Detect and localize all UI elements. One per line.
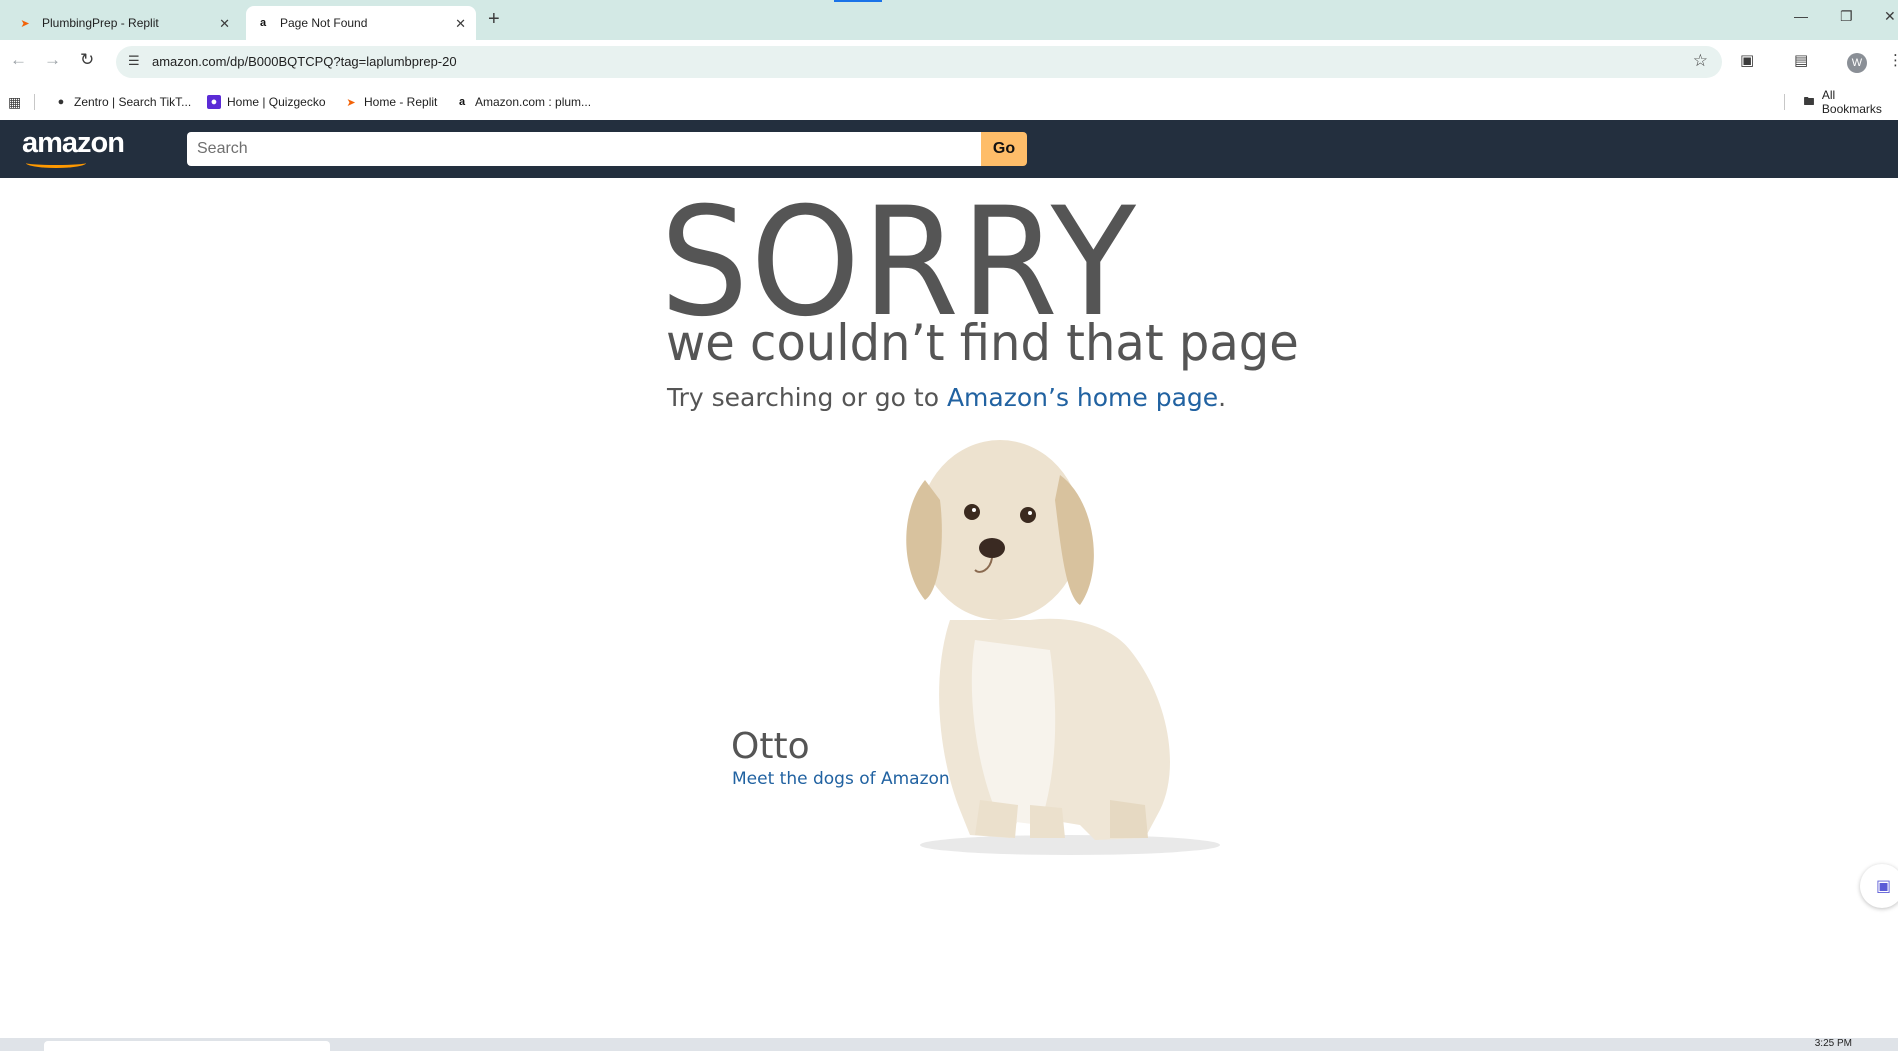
- tab-title: PlumbingPrep - Replit: [42, 16, 159, 30]
- all-bookmarks[interactable]: 🖿 All Bookmarks: [1802, 84, 1898, 120]
- meet-the-dogs-link[interactable]: Meet the dogs of Amazon: [732, 769, 950, 789]
- extensions-icon[interactable]: ▣: [1740, 51, 1754, 69]
- back-icon[interactable]: ←: [10, 50, 27, 70]
- bookmark-replit[interactable]: ➤ Home - Replit: [344, 84, 437, 120]
- bookmark-amazon[interactable]: a Amazon.com : plum...: [455, 84, 591, 120]
- amazon-logo[interactable]: amazon: [22, 127, 125, 160]
- site-info-icon[interactable]: ☰: [128, 53, 140, 69]
- bookmark-star-icon[interactable]: ☆: [1693, 51, 1708, 71]
- close-tab-icon[interactable]: ✕: [219, 16, 230, 32]
- bookmarks-bar: ▦ ● Zentro | Search TikT... ● Home | Qui…: [0, 84, 1898, 120]
- home-page-link[interactable]: Amazon’s home page: [947, 383, 1218, 412]
- amazon-icon: a: [458, 96, 466, 108]
- dog-photo: [906, 440, 1220, 855]
- bookmark-quizgecko[interactable]: ● Home | Quizgecko: [207, 84, 326, 120]
- bookmark-zentro[interactable]: ● Zentro | Search TikT...: [54, 84, 192, 120]
- error-subheadline: we couldn’t find that page: [666, 314, 1299, 372]
- forward-icon[interactable]: →: [44, 50, 61, 70]
- quizgecko-icon: ●: [207, 95, 221, 109]
- taskbar-clock: 3:25 PM: [1814, 1038, 1852, 1049]
- address-bar[interactable]: ☰ amazon.com/dp/B000BQTCPQ?tag=laplumbpr…: [116, 46, 1722, 78]
- taskbar-search[interactable]: [44, 1041, 330, 1051]
- minimize-icon[interactable]: —: [1794, 8, 1808, 24]
- amazon-header: amazon Go: [0, 120, 1898, 178]
- divider: [34, 94, 35, 110]
- globe-icon: ●: [57, 96, 65, 108]
- browser-toolbar: ← → ↻ ☰ amazon.com/dp/B000BQTCPQ?tag=lap…: [0, 40, 1898, 84]
- search-input[interactable]: [187, 132, 982, 166]
- go-button[interactable]: Go: [981, 132, 1027, 166]
- close-window-icon[interactable]: ✕: [1884, 8, 1896, 25]
- side-panel-widget[interactable]: ▣: [1860, 864, 1898, 908]
- profile-avatar[interactable]: W: [1847, 53, 1867, 73]
- dog-name: Otto: [731, 726, 810, 767]
- replit-icon: ➤: [346, 96, 356, 109]
- amazon-icon: a: [259, 17, 267, 29]
- tab-strip: ➤ PlumbingPrep - Replit ✕ a Page Not Fou…: [0, 0, 1898, 40]
- taskbar: 3:25 PM: [0, 1038, 1898, 1051]
- new-tab-button[interactable]: +: [488, 8, 500, 31]
- divider: [1784, 94, 1785, 110]
- try-searching-text: Try searching or go to Amazon’s home pag…: [667, 383, 1227, 412]
- amazon-smile-icon: [26, 158, 86, 168]
- folder-icon: 🖿: [1803, 95, 1815, 108]
- apps-icon[interactable]: ▦: [8, 84, 21, 120]
- menu-icon[interactable]: ⋮: [1888, 51, 1898, 69]
- tab-plumbingprep[interactable]: ➤ PlumbingPrep - Replit ✕: [10, 6, 240, 40]
- tab-page-not-found[interactable]: a Page Not Found ✕: [246, 6, 476, 40]
- close-tab-icon[interactable]: ✕: [455, 16, 466, 32]
- tab-title: Page Not Found: [280, 16, 368, 30]
- tab-group-indicator: [834, 0, 882, 2]
- media-icon[interactable]: ▤: [1794, 51, 1808, 69]
- assistant-icon: ▣: [1876, 878, 1892, 895]
- reload-icon[interactable]: ↻: [80, 50, 94, 70]
- restore-icon[interactable]: ❐: [1840, 8, 1853, 25]
- replit-icon: ➤: [20, 17, 30, 30]
- url-text[interactable]: amazon.com/dp/B000BQTCPQ?tag=laplumbprep…: [152, 54, 457, 69]
